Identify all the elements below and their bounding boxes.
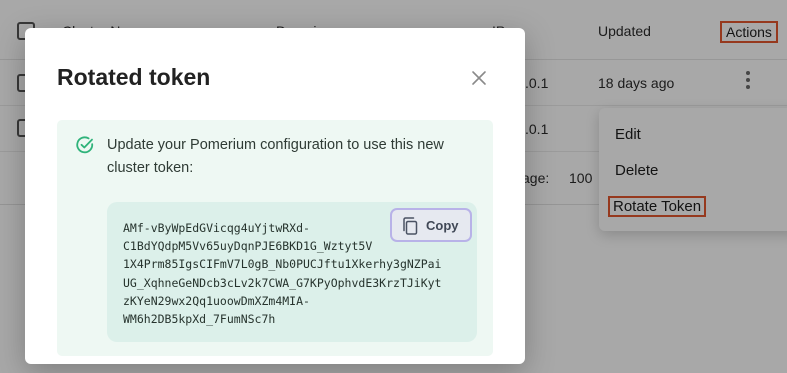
- copy-button[interactable]: Copy: [390, 208, 472, 242]
- rotated-token-dialog: Rotated token Update your Pomerium confi…: [25, 28, 525, 364]
- check-circle-icon: [76, 136, 94, 154]
- close-icon[interactable]: [469, 68, 489, 88]
- copy-button-label: Copy: [426, 218, 459, 233]
- dialog-title: Rotated token: [57, 64, 211, 90]
- success-alert: Update your Pomerium configuration to us…: [57, 120, 493, 356]
- copy-icon: [403, 217, 418, 235]
- token-code-block: AMf-vByWpEdGVicqg4uYjtwRXd- C1BdYQdpM5Vv…: [107, 202, 477, 342]
- alert-message: Update your Pomerium configuration to us…: [107, 137, 444, 176]
